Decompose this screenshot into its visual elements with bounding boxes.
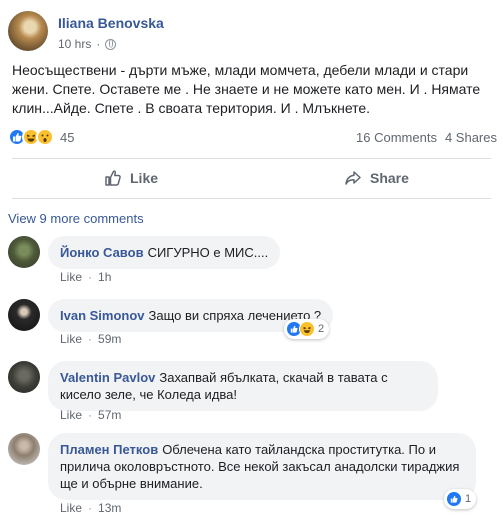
post-stats: 16 Comments 4 Shares — [356, 130, 497, 145]
post-author[interactable]: Iliana Benovska — [58, 15, 164, 31]
comment-reactions[interactable]: 2 — [284, 319, 330, 339]
comment-bubble: Пламен Петков Облечена като тайландска пр… — [48, 433, 476, 500]
post-text: Неосъществени - дърти мъже, млади момчет… — [12, 62, 481, 116]
like-reaction-icon — [446, 491, 462, 507]
comment-reaction-count: 2 — [318, 323, 325, 335]
separator: · — [88, 270, 93, 284]
view-more-comments-link[interactable]: View 9 more comments — [8, 211, 144, 226]
meta-separator: · — [96, 37, 101, 51]
comment-actions: Like · 1h — [60, 270, 111, 284]
separator: · — [88, 501, 93, 515]
thumbs-up-icon — [105, 170, 121, 186]
commenter-avatar[interactable] — [8, 299, 40, 331]
comment-actions: Like · 57m — [60, 408, 121, 422]
commenter-avatar[interactable] — [8, 433, 40, 465]
commenter-avatar[interactable] — [8, 236, 40, 268]
commenter-name[interactable]: Valentin Pavlov — [60, 370, 155, 385]
separator: · — [88, 332, 93, 346]
share-arrow-icon — [345, 171, 361, 185]
comment-time[interactable]: 13m — [98, 501, 121, 515]
comment-actions: Like · 59m — [60, 332, 121, 346]
like-button-label: Like — [130, 170, 159, 186]
comment-text: СИГУРНО е МИС.... — [147, 245, 269, 260]
haha-reaction-icon — [299, 321, 315, 337]
comment-bubble: Йонко Савов СИГУРНО е МИС.... — [48, 236, 281, 269]
comment-like-link[interactable]: Like — [60, 270, 82, 284]
commenter-name[interactable]: Пламен Петков — [60, 442, 158, 457]
post-time[interactable]: 10 hrs — [58, 37, 91, 51]
shares-count-link[interactable]: 4 Shares — [445, 130, 497, 145]
comment-time[interactable]: 57m — [98, 408, 121, 422]
separator: · — [88, 408, 93, 422]
comment-reaction-count: 1 — [465, 493, 472, 505]
comment-time[interactable]: 1h — [98, 270, 111, 284]
globe-icon[interactable] — [105, 38, 117, 50]
comment-like-link[interactable]: Like — [60, 332, 82, 346]
comment-bubble: Valentin Pavlov Захапвай ябълката, скачай… — [48, 361, 438, 411]
author-avatar[interactable] — [8, 11, 48, 51]
comment-like-link[interactable]: Like — [60, 501, 82, 515]
share-button-label: Share — [370, 170, 409, 186]
divider — [12, 158, 491, 159]
comment-like-link[interactable]: Like — [60, 408, 82, 422]
post-reactions[interactable]: 45 — [8, 128, 74, 146]
commenter-avatar[interactable] — [8, 361, 40, 393]
post-meta: 10 hrs · — [58, 37, 117, 51]
comment-actions: Like · 13m — [60, 501, 121, 515]
commenter-name[interactable]: Ivan Simonov — [60, 308, 145, 323]
comment-time[interactable]: 59m — [98, 332, 121, 346]
comments-count-link[interactable]: 16 Comments — [356, 130, 437, 145]
like-button[interactable]: Like — [104, 162, 158, 194]
reaction-count: 45 — [60, 129, 75, 145]
share-button[interactable]: Share — [344, 162, 409, 194]
comment-reactions[interactable]: 1 — [444, 489, 477, 509]
divider — [12, 198, 491, 199]
post-header: Iliana Benovska 10 hrs · — [8, 8, 488, 52]
commenter-name[interactable]: Йонко Савов — [60, 245, 144, 260]
wow-reaction-icon — [36, 128, 54, 146]
